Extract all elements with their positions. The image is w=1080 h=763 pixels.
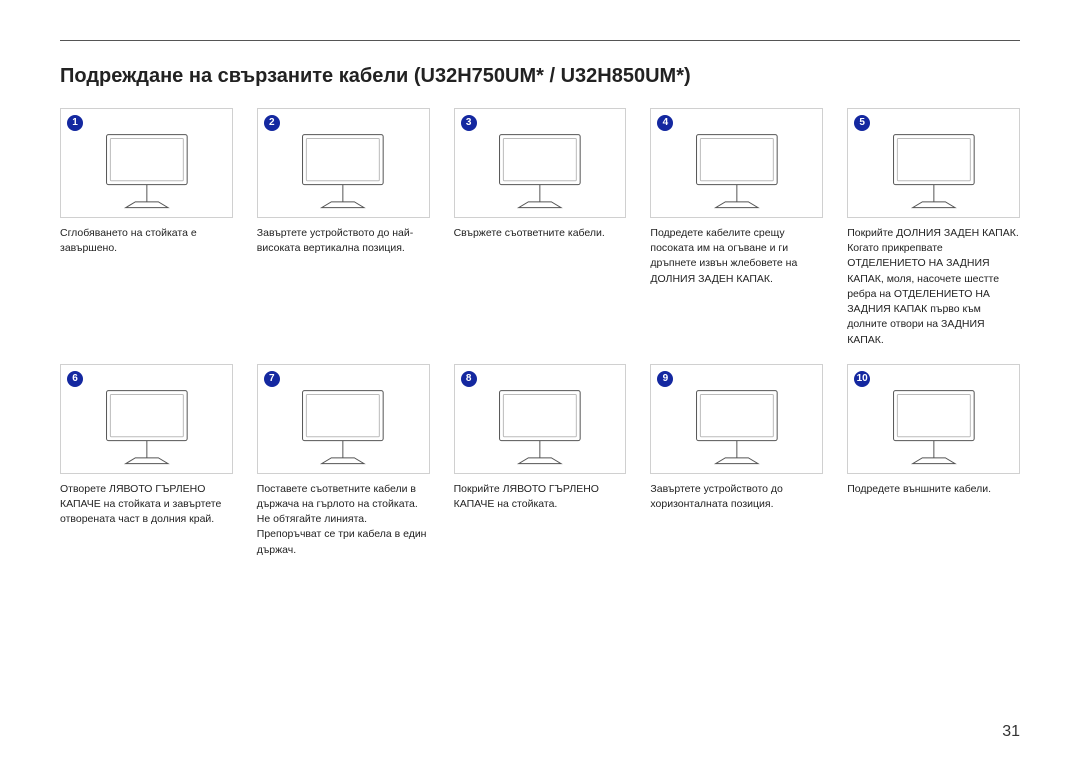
- step-caption: Завъртете устройството до хоризонталната…: [650, 482, 823, 512]
- monitor-illustration-icon: [660, 127, 814, 213]
- step: 7 Поставете съответните кабели в държача …: [257, 364, 430, 558]
- monitor-illustration-icon: [857, 127, 1011, 213]
- monitor-illustration-icon: [70, 383, 224, 469]
- step-caption: Завъртете устройството до най-високата в…: [257, 226, 430, 256]
- step: 6 Отворете ЛЯВОТО ГЪРЛЕНО КАПАЧЕ на стойк…: [60, 364, 233, 558]
- step: 4 Подредете кабелите срещу посоката им на…: [650, 108, 823, 348]
- monitor-illustration-icon: [463, 127, 617, 213]
- step-figure: 2: [257, 108, 430, 218]
- monitor-illustration-icon: [266, 127, 420, 213]
- step: 10 Подредете външните кабели.: [847, 364, 1020, 558]
- step: 3 Свържете съответните кабели.: [454, 108, 627, 348]
- step-figure: 7: [257, 364, 430, 474]
- step-figure: 10: [847, 364, 1020, 474]
- step: 1 Сглобяването на стойката е завършено.: [60, 108, 233, 348]
- monitor-illustration-icon: [857, 383, 1011, 469]
- step-caption: Покрийте ДОЛНИЯ ЗАДЕН КАПАК. Когато прик…: [847, 226, 1020, 348]
- monitor-illustration-icon: [266, 383, 420, 469]
- steps-grid: 1 Сглобяването на стойката е завършено. 2 З…: [60, 108, 1020, 558]
- step-figure: 5: [847, 108, 1020, 218]
- step-figure: 1: [60, 108, 233, 218]
- monitor-illustration-icon: [70, 127, 224, 213]
- step-figure: 9: [650, 364, 823, 474]
- step-caption: Покрийте ЛЯВОТО ГЪРЛЕНО КАПАЧЕ на стойка…: [454, 482, 627, 512]
- step: 9 Завъртете устройството до хоризонталнат…: [650, 364, 823, 558]
- step-caption: Сглобяването на стойката е завършено.: [60, 226, 233, 256]
- step-figure: 6: [60, 364, 233, 474]
- step-caption: Подредете външните кабели.: [847, 482, 1020, 497]
- section-title: Подреждане на свързаните кабели (U32H750…: [60, 65, 1020, 88]
- step: 5Покрийте ДОЛНИЯ ЗАДЕН КАПАК. Когато при…: [847, 108, 1020, 348]
- step-caption: Свържете съответните кабели.: [454, 226, 627, 241]
- step: 8 Покрийте ЛЯВОТО ГЪРЛЕНО КАПАЧЕ на стойк…: [454, 364, 627, 558]
- step-caption: Поставете съответните кабели в държача н…: [257, 482, 430, 558]
- step-figure: 8: [454, 364, 627, 474]
- page-number: 31: [1002, 723, 1020, 741]
- step-figure: 3: [454, 108, 627, 218]
- step-caption: Подредете кабелите срещу посоката им на …: [650, 226, 823, 287]
- top-rule: [60, 40, 1020, 41]
- step-caption: Отворете ЛЯВОТО ГЪРЛЕНО КАПАЧЕ на стойка…: [60, 482, 233, 528]
- monitor-illustration-icon: [660, 383, 814, 469]
- step: 2 Завъртете устройството до най-високата …: [257, 108, 430, 348]
- step-figure: 4: [650, 108, 823, 218]
- monitor-illustration-icon: [463, 383, 617, 469]
